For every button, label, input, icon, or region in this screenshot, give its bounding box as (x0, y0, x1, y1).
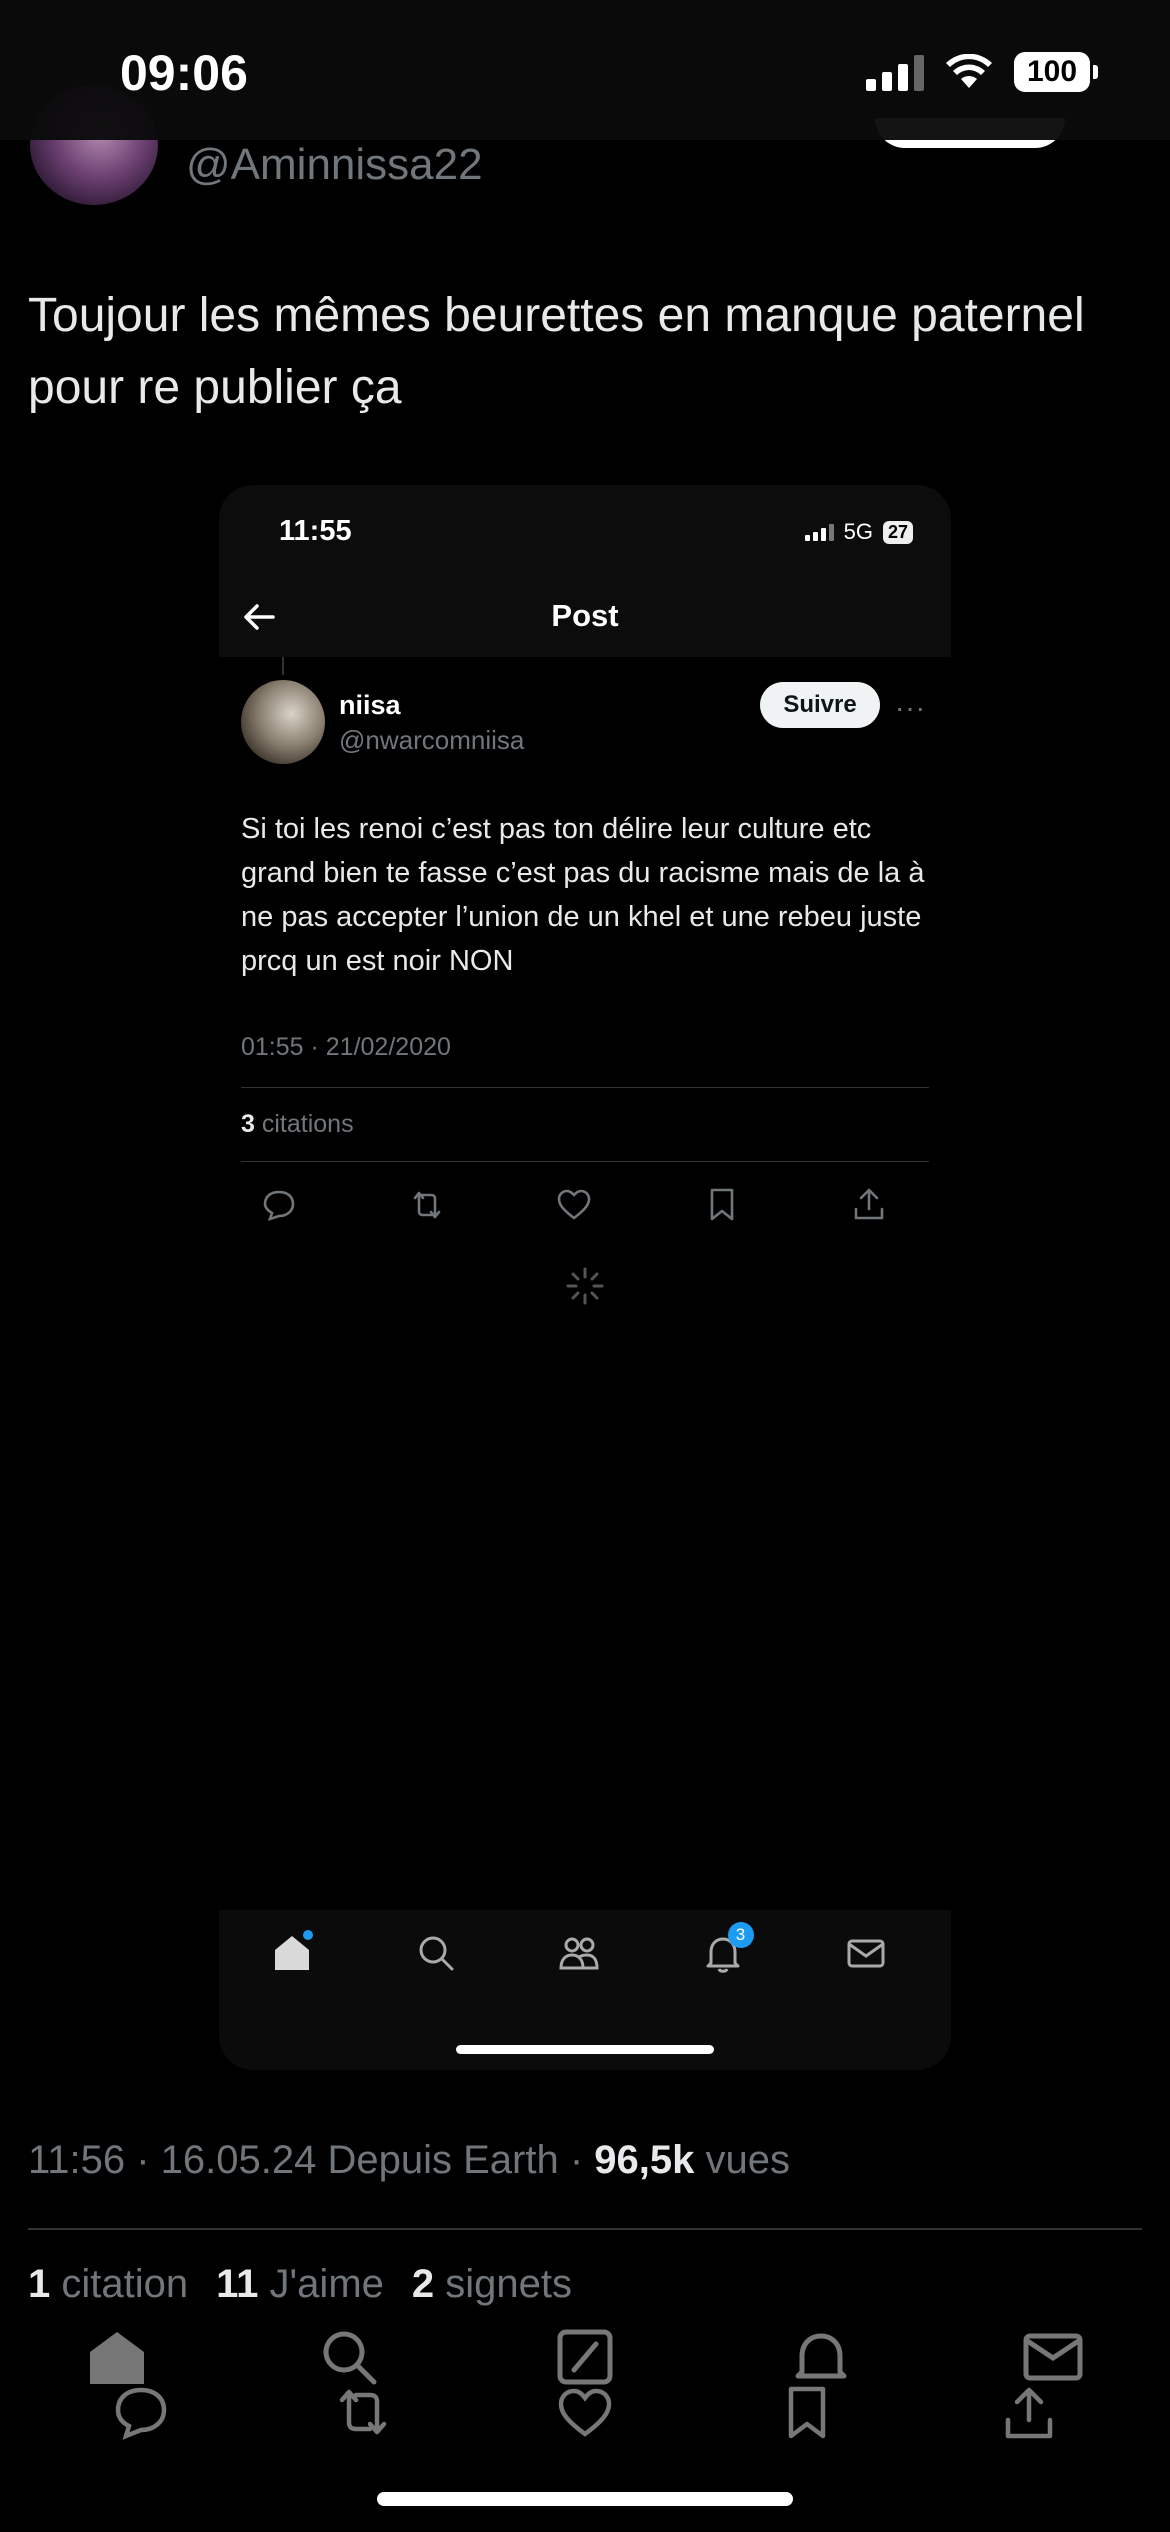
repost-icon (413, 1191, 440, 1219)
post-action-bar (0, 2382, 1170, 2472)
likes-label: J'aime (269, 2262, 384, 2306)
reply-icon (263, 1190, 295, 1222)
embed-quotes-count: 3 (241, 1110, 255, 1138)
embed-follow-button: Suivre (760, 682, 880, 728)
battery-icon: 100 (1014, 52, 1098, 92)
embed-signal-icon (804, 523, 834, 541)
embed-header: 11:55 5G 27 Post (219, 485, 951, 657)
reply-icon[interactable] (110, 2382, 172, 2444)
bookmarks-label: signets (445, 2262, 573, 2306)
embed-post-date: 01:55 · 21/02/2020 (241, 1033, 451, 1061)
like-icon (557, 1189, 591, 1220)
loading-spinner-icon (566, 1267, 604, 1305)
embed-quotes-label: citations (261, 1110, 354, 1138)
home-indicator (377, 2492, 793, 2506)
embed-home-indicator (456, 2045, 714, 2054)
share-icon[interactable] (998, 2382, 1060, 2444)
author-handle[interactable]: @Aminnissa22 (186, 140, 483, 190)
status-bar: 09:06 100 (0, 0, 1170, 140)
embed-status-indicators: 5G 27 (804, 519, 913, 545)
bookmarks-count: 2 (411, 2262, 435, 2306)
embed-tab-notifications: 3 (700, 1922, 754, 1976)
embed-status-time: 11:55 (279, 515, 352, 547)
share-icon (854, 1188, 884, 1220)
embed-user-avatar (241, 680, 325, 764)
embed-page-title: Post (551, 598, 619, 633)
embed-battery-icon: 27 (882, 520, 913, 544)
embed-user-name: niisa (339, 690, 401, 720)
embed-tab-messages (843, 1930, 889, 1976)
views-label: vues (694, 2138, 791, 2182)
bookmark-icon (710, 1188, 733, 1221)
bookmark-icon[interactable] (776, 2382, 838, 2444)
quotes-count: 1 (28, 2262, 51, 2306)
views-count[interactable]: 96,5k (594, 2138, 694, 2182)
divider (241, 1087, 929, 1088)
tab-messages-icon[interactable] (1020, 2324, 1086, 2390)
status-indicators: 100 (866, 52, 1098, 92)
engagement-stats: 1 citation 11 J'aime 2 signets (28, 2262, 572, 2307)
quotes-label: citation (61, 2262, 189, 2306)
embed-tab-home (269, 1930, 315, 1976)
bookmarks-stat[interactable]: 2 signets (412, 2262, 572, 2307)
tab-home-icon[interactable] (84, 2324, 150, 2390)
notification-badge: 3 (727, 1922, 754, 1948)
tab-notifications-icon[interactable] (788, 2324, 854, 2390)
embed-post-text: Si toi les renoi c’est pas ton délire le… (241, 813, 925, 977)
communities-icon (559, 1937, 599, 1970)
search-icon (419, 1936, 453, 1971)
home-notification-dot (303, 1930, 313, 1940)
status-time: 09:06 (120, 45, 248, 101)
mail-icon (847, 1939, 885, 1968)
embed-tab-search (413, 1930, 459, 1976)
embed-tab-communities (556, 1930, 602, 1976)
embedded-screenshot[interactable]: 11:55 5G 27 Post niisa @nwarcomniisa Sui… (219, 485, 951, 2070)
quotes-stat[interactable]: 1 citation (28, 2262, 188, 2307)
thread-line (282, 657, 284, 675)
embed-network: 5G (843, 519, 873, 544)
cellular-signal-icon (866, 53, 924, 91)
divider (28, 2228, 1142, 2230)
like-icon[interactable] (554, 2382, 616, 2444)
post-meta: 11:56 · 16.05.24 Depuis Earth · 96,5k vu… (28, 2138, 790, 2183)
divider (241, 1161, 929, 1162)
embed-quotes: 3 citations (241, 1110, 354, 1139)
tab-search-icon[interactable] (316, 2324, 382, 2390)
likes-stat[interactable]: 11 J'aime (216, 2262, 384, 2307)
likes-count: 11 (216, 2262, 259, 2306)
embed-action-bar (259, 1185, 889, 1225)
tweet-text: Toujour les mêmes beurettes en manque pa… (28, 289, 1085, 414)
post-time-date-source: 11:56 · 16.05.24 Depuis Earth · (28, 2138, 595, 2182)
more-options-icon: ··· (895, 692, 926, 723)
tab-grok-icon[interactable] (552, 2324, 618, 2390)
embed-user-handle: @nwarcomniisa (339, 725, 525, 755)
wifi-icon (946, 54, 992, 88)
repost-icon[interactable] (332, 2382, 394, 2444)
